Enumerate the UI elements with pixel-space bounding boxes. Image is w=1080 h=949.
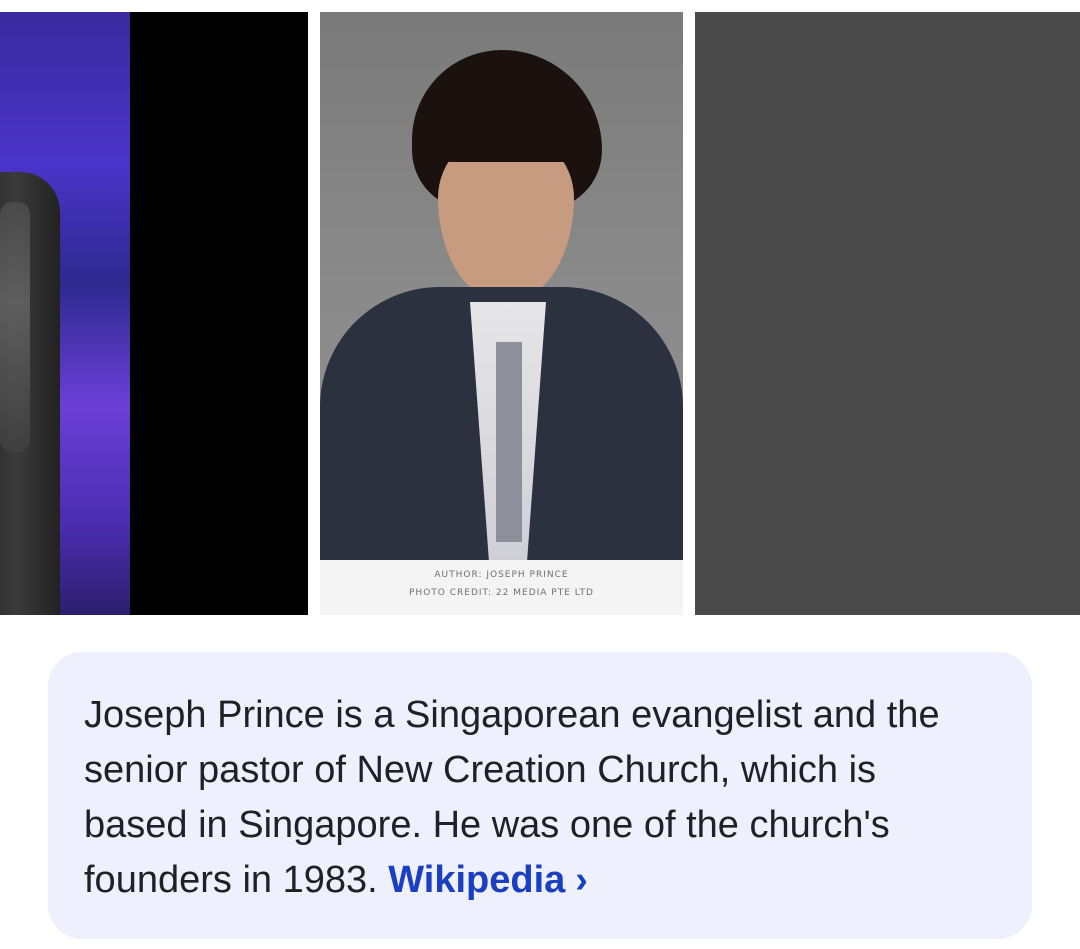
- portrait-photo: [320, 12, 683, 560]
- image-thumbnail-stage[interactable]: [0, 12, 308, 615]
- photo-caption-author: AUTHOR: JOSEPH PRINCE: [434, 570, 569, 580]
- image-thumbnail-placeholder[interactable]: [695, 12, 1080, 615]
- description-paragraph: Joseph Prince is a Singaporean evangelis…: [84, 688, 984, 908]
- jacket-highlight: [0, 202, 30, 452]
- wikipedia-link[interactable]: Wikipedia ›: [388, 859, 588, 901]
- image-carousel: AUTHOR: JOSEPH PRINCE PHOTO CREDIT: 22 M…: [0, 12, 1080, 615]
- tie-shape: [496, 342, 522, 542]
- fringe-shape: [418, 72, 594, 162]
- wikipedia-link-label: Wikipedia: [388, 859, 566, 901]
- chevron-right-icon: ›: [575, 859, 588, 901]
- image-thumbnail-portrait[interactable]: AUTHOR: JOSEPH PRINCE PHOTO CREDIT: 22 M…: [320, 12, 683, 615]
- description-card: Joseph Prince is a Singaporean evangelis…: [48, 652, 1032, 939]
- photo-caption: AUTHOR: JOSEPH PRINCE PHOTO CREDIT: 22 M…: [320, 560, 683, 615]
- photo-caption-credit: PHOTO CREDIT: 22 MEDIA PTE LTD: [409, 588, 594, 598]
